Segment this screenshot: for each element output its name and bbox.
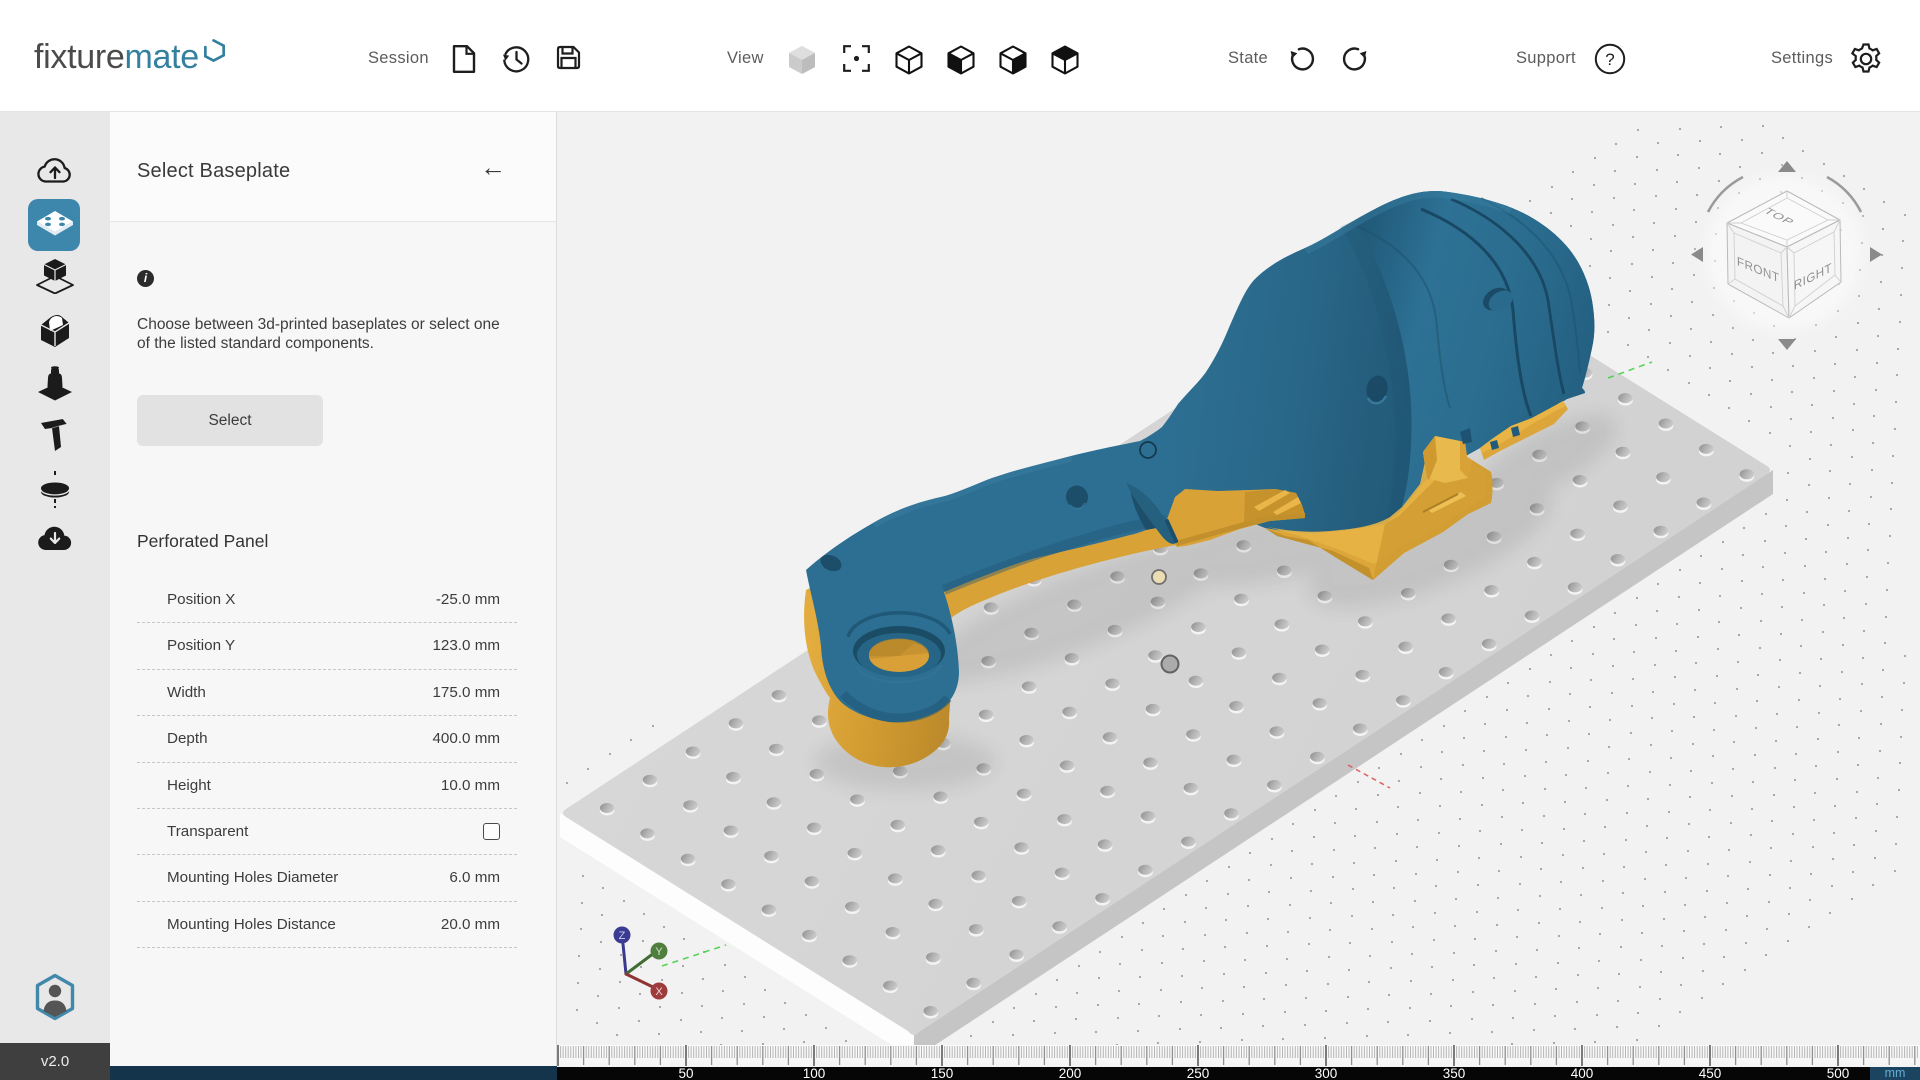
- svg-text:Z: Z: [619, 930, 626, 942]
- svg-text:Y: Y: [655, 946, 663, 958]
- svg-text:?: ?: [1605, 50, 1614, 69]
- svg-text:X: X: [655, 986, 663, 998]
